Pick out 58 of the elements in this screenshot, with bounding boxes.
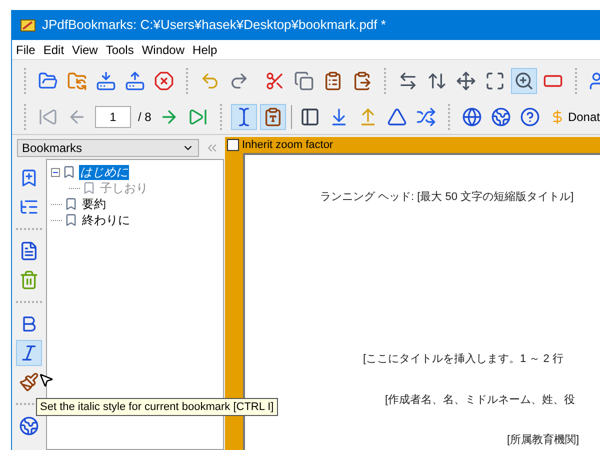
menu-item[interactable]: Window — [142, 40, 185, 58]
menu-item[interactable]: File — [16, 40, 36, 58]
drive-upload-icon — [125, 71, 145, 91]
document-icon — [19, 241, 39, 261]
globe-icon — [491, 106, 512, 126]
close-icon — [154, 71, 174, 91]
clipboard-text-icon — [263, 106, 284, 126]
paste-icon — [352, 71, 372, 91]
page-number-field[interactable]: 1 — [95, 106, 131, 128]
app-icon — [20, 17, 36, 33]
fit-page-icon — [456, 71, 476, 91]
globe-bookmark-icon — [19, 416, 39, 436]
italic-a-button[interactable] — [16, 340, 42, 366]
redo-icon — [229, 71, 249, 91]
help-icon — [520, 106, 540, 126]
last-page-icon — [188, 106, 208, 126]
triangle-icon — [387, 106, 408, 126]
cut-icon — [265, 71, 285, 91]
zoom-icon — [514, 71, 534, 91]
document-text: ランニング ヘッド: [最大 50 文字の短縮版タイトル] — [320, 190, 574, 205]
fit-width-icon — [398, 71, 418, 91]
tree-item[interactable]: はじめに — [79, 164, 129, 180]
bookmark-icon — [62, 165, 76, 179]
undo-icon — [200, 71, 220, 91]
first-page-icon — [38, 106, 58, 126]
copy-icon — [294, 71, 314, 91]
document-text: [作成者名、名、ミドルネーム、姓、役 — [385, 393, 576, 408]
donate-link[interactable]: Donat — [568, 108, 600, 126]
inherit-zoom-checkbox[interactable] — [227, 139, 239, 151]
tooltip: Set the italic style for current bookmark [CTRL I] — [36, 398, 278, 416]
zoom-button[interactable] — [511, 68, 537, 94]
bookmark-icon — [82, 181, 96, 195]
checkbox-label: Inherit zoom factor — [242, 138, 334, 153]
clipboard-icon — [323, 71, 343, 91]
actual-size-icon — [485, 71, 505, 91]
document-text: [所属教育機関] — [507, 432, 580, 448]
clipboard-text-button[interactable] — [260, 104, 286, 130]
bookmark-icon — [64, 197, 78, 211]
panel-dropdown[interactable]: Bookmarks — [17, 139, 199, 157]
window-title: JPdfBookmarks: C:¥Users¥hasek¥Desktop¥bookmark.pdf * — [42, 16, 386, 34]
tree-item[interactable]: 要約 — [81, 196, 107, 212]
drive-download-icon — [96, 71, 116, 91]
collapse-toggle[interactable] — [51, 168, 60, 176]
document-text: [ここにタイトルを挿入します。1 ～ 2 行 — [363, 352, 564, 367]
folder-arrow-icon — [67, 71, 87, 91]
page-total: / 8 — [138, 108, 152, 126]
bookmark-icon — [64, 213, 78, 227]
tree-item[interactable]: 終わりに — [81, 212, 131, 228]
brush-icon — [19, 372, 39, 392]
trash-icon — [19, 270, 39, 290]
folder-icon — [38, 71, 58, 91]
menu-item[interactable]: View — [72, 40, 98, 58]
menu-item[interactable]: Help — [192, 40, 218, 58]
arrows-icon — [416, 106, 436, 126]
text-cursor-button[interactable] — [231, 104, 258, 130]
fit-height-icon — [427, 71, 447, 91]
menu-item[interactable]: Tools — [106, 40, 134, 58]
menu-item[interactable]: Edit — [43, 40, 64, 58]
